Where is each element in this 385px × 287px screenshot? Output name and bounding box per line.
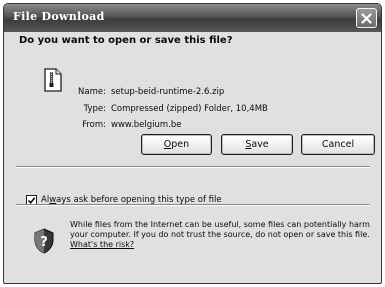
divider-top	[16, 166, 370, 168]
close-icon	[361, 12, 372, 24]
close-button[interactable]	[356, 8, 377, 28]
open-button-label: Open	[163, 139, 190, 150]
warning-text: While files from the Internet can be use…	[70, 220, 370, 239]
save-button[interactable]: Save	[221, 134, 293, 155]
file-name-value: setup-beid-runtime-2.6.zip	[111, 87, 225, 97]
save-button-label: Save	[245, 139, 269, 150]
file-type-value: Compressed (zipped) Folder, 10,4MB	[111, 104, 268, 114]
file-source-value: www.belgium.be	[111, 120, 182, 130]
cancel-button[interactable]: Cancel	[301, 134, 375, 155]
dialog-question: Do you want to open or save this file?	[19, 35, 233, 46]
whats-the-risk-link[interactable]: What's the risk?	[70, 240, 134, 249]
window-title: File Download	[13, 10, 105, 23]
cancel-button-label: Cancel	[321, 139, 355, 150]
name-label: Name:	[78, 87, 106, 97]
shield-icon: ?	[32, 227, 56, 259]
type-label: Type:	[83, 104, 106, 114]
file-download-dialog: File Download Do you want to open or sav…	[3, 3, 382, 284]
svg-text:?: ?	[40, 235, 48, 250]
open-button[interactable]: Open	[141, 134, 212, 155]
divider-bottom	[16, 204, 370, 206]
title-bar[interactable]: File Download	[4, 4, 381, 32]
from-label: From:	[82, 120, 106, 130]
security-warning: While files from the Internet can be use…	[70, 220, 372, 250]
